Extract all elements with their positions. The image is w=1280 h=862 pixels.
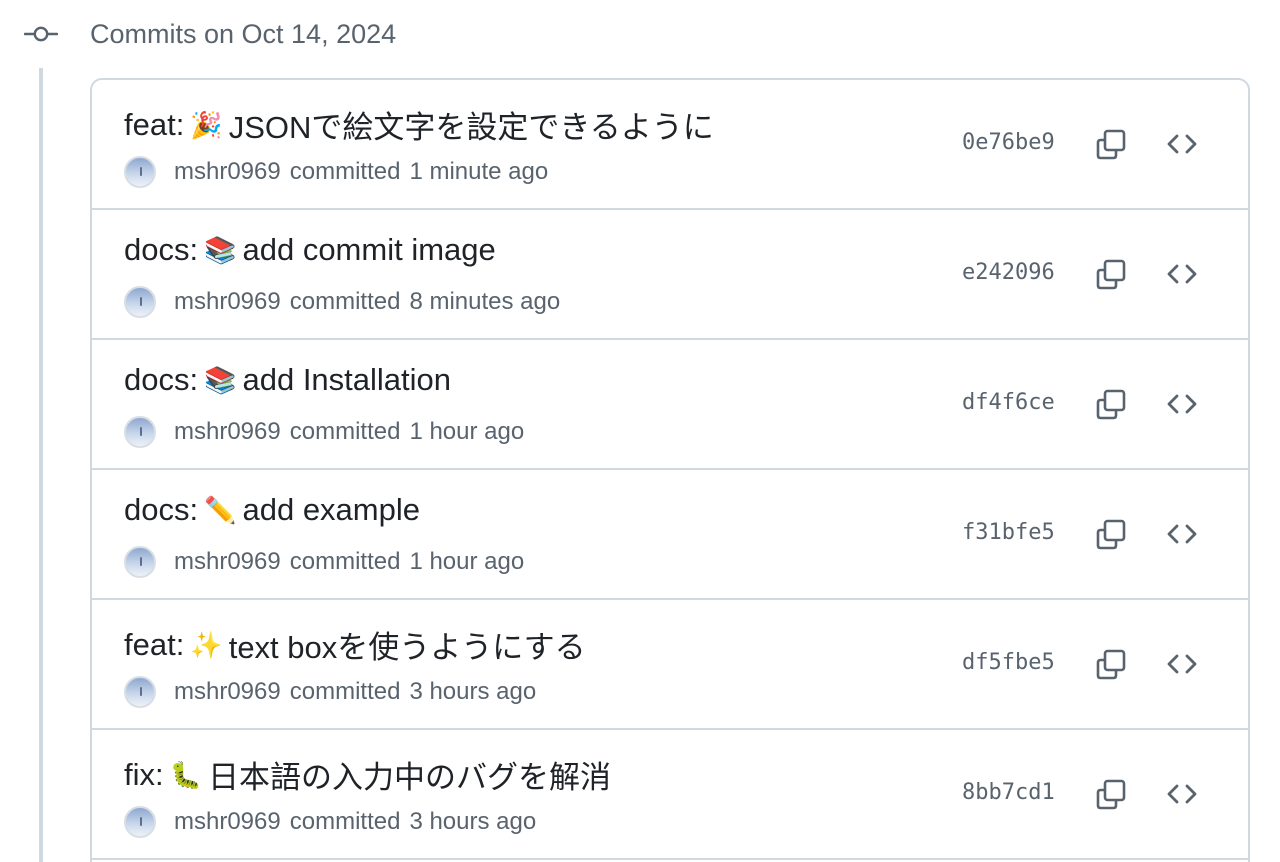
commit-sha-link[interactable]: df4f6ce [962, 390, 1055, 415]
browse-repo-button[interactable] [1164, 776, 1200, 812]
commit-meta: mshr0969 committed 8 minutes ago [124, 286, 560, 318]
commit-emoji: 📚 [204, 365, 237, 395]
copy-sha-button[interactable] [1092, 776, 1128, 812]
avatar[interactable] [124, 156, 156, 188]
commit-verb: committed [289, 548, 401, 575]
commit-meta: mshr0969 committed 1 hour ago [124, 546, 524, 578]
author-link[interactable]: mshr0969 [174, 678, 281, 706]
copy-icon [1096, 389, 1126, 420]
commit-title-link[interactable]: feat: ✨ text boxを使うようにする [124, 622, 586, 667]
commit-sha-link[interactable]: 0e76be9 [962, 130, 1055, 155]
commit-time: 3 hours ago [409, 678, 537, 705]
browse-repo-button[interactable] [1164, 126, 1200, 162]
commit-list: feat: 🎉 JSONで絵文字を設定できるように mshr0969 commi… [90, 78, 1250, 862]
commit-verb: committed [289, 288, 401, 315]
commit-message: 日本語の入力中のバグを解消 [208, 760, 611, 795]
avatar[interactable] [124, 546, 156, 578]
commit-history-page: Commits on Oct 14, 2024 feat: 🎉 JSONで絵文字… [0, 0, 1280, 862]
commit-title-link[interactable]: fix: 🐛 日本語の入力中のバグを解消 [124, 752, 611, 797]
commit-type-prefix: docs: [124, 492, 199, 527]
copy-sha-button[interactable] [1092, 126, 1128, 162]
avatar[interactable] [124, 676, 156, 708]
copy-sha-button[interactable] [1092, 646, 1128, 682]
commit-time: 1 minute ago [409, 158, 549, 185]
commit-verb: committed [289, 158, 401, 185]
commit-verb: committed [289, 678, 401, 705]
avatar[interactable] [124, 806, 156, 838]
commit-type-prefix: feat: [124, 626, 185, 662]
commit-emoji: 🐛 [169, 759, 202, 790]
commit-emoji: 📚 [204, 235, 237, 265]
commit-time: 8 minutes ago [409, 288, 561, 315]
commit-time: 3 hours ago [409, 808, 537, 835]
commit-emoji: 🎉 [190, 109, 223, 140]
timeline-line [39, 68, 43, 862]
code-icon [1167, 394, 1197, 414]
commit-meta: mshr0969 committed 1 hour ago [124, 416, 524, 448]
commit-title-link[interactable]: feat: 🎉 JSONで絵文字を設定できるように [124, 102, 714, 147]
code-icon [1167, 134, 1197, 154]
copy-sha-button[interactable] [1092, 256, 1128, 292]
commit-verb: committed [289, 418, 401, 445]
commit-sha-link[interactable]: 8bb7cd1 [962, 780, 1055, 805]
commit-row: docs: 📚 add Installation mshr0969 commit… [92, 340, 1248, 470]
git-commit-icon [24, 14, 58, 54]
commit-sha-link[interactable]: e242096 [962, 260, 1055, 285]
code-icon [1167, 264, 1197, 284]
commit-time: 1 hour ago [409, 418, 525, 445]
copy-icon [1096, 649, 1126, 680]
commit-title-link[interactable]: docs: ✏️ add example [124, 492, 420, 528]
commit-message: add example [242, 492, 420, 527]
commit-row: docs: 📚 add commit image mshr0969 commit… [92, 210, 1248, 340]
author-link[interactable]: mshr0969 [174, 548, 281, 576]
commit-message: add Installation [242, 362, 452, 397]
avatar[interactable] [124, 416, 156, 448]
avatar[interactable] [124, 286, 156, 318]
code-icon [1167, 524, 1197, 544]
commit-type-prefix: fix: [124, 756, 164, 792]
commit-group-date: Commits on Oct 14, 2024 [90, 18, 397, 49]
commit-type-prefix: docs: [124, 362, 199, 397]
code-icon [1167, 654, 1197, 674]
commit-message: JSONで絵文字を設定できるように [228, 110, 714, 145]
commit-time: 1 hour ago [409, 548, 525, 575]
commit-message: add commit image [242, 232, 496, 267]
commit-verb: committed [289, 808, 401, 835]
author-link[interactable]: mshr0969 [174, 808, 281, 836]
copy-sha-button[interactable] [1092, 516, 1128, 552]
commit-message: text boxを使うようにする [228, 630, 586, 665]
commit-meta: mshr0969 committed 3 hours ago [124, 676, 536, 708]
commit-type-prefix: feat: [124, 106, 185, 142]
copy-icon [1096, 519, 1126, 550]
copy-icon [1096, 129, 1126, 160]
browse-repo-button[interactable] [1164, 256, 1200, 292]
commit-row: feat: 🎉 JSONで絵文字を設定できるように mshr0969 commi… [92, 80, 1248, 210]
commit-group-header: Commits on Oct 14, 2024 [24, 14, 396, 54]
commit-emoji: ✏️ [204, 495, 237, 525]
copy-icon [1096, 259, 1126, 290]
commit-row: fix: 🐛 日本語の入力中のバグを解消 mshr0969 committed … [92, 730, 1248, 860]
copy-icon [1096, 779, 1126, 810]
browse-repo-button[interactable] [1164, 516, 1200, 552]
code-icon [1167, 784, 1197, 804]
commit-meta: mshr0969 committed 3 hours ago [124, 806, 536, 838]
commit-sha-link[interactable]: df5fbe5 [962, 650, 1055, 675]
browse-repo-button[interactable] [1164, 646, 1200, 682]
author-link[interactable]: mshr0969 [174, 158, 281, 186]
commit-sha-link[interactable]: f31bfe5 [962, 520, 1055, 545]
browse-repo-button[interactable] [1164, 386, 1200, 422]
commit-title-link[interactable]: docs: 📚 add commit image [124, 232, 496, 268]
author-link[interactable]: mshr0969 [174, 288, 281, 316]
commit-meta: mshr0969 committed 1 minute ago [124, 156, 548, 188]
commit-title-link[interactable]: docs: 📚 add Installation [124, 362, 451, 398]
copy-sha-button[interactable] [1092, 386, 1128, 422]
commit-type-prefix: docs: [124, 232, 199, 267]
author-link[interactable]: mshr0969 [174, 418, 281, 446]
commit-row: docs: ✏️ add example mshr0969 committed … [92, 470, 1248, 600]
commit-row: feat: ✨ text boxを使うようにする mshr0969 commit… [92, 600, 1248, 730]
commit-emoji: ✨ [190, 629, 223, 660]
